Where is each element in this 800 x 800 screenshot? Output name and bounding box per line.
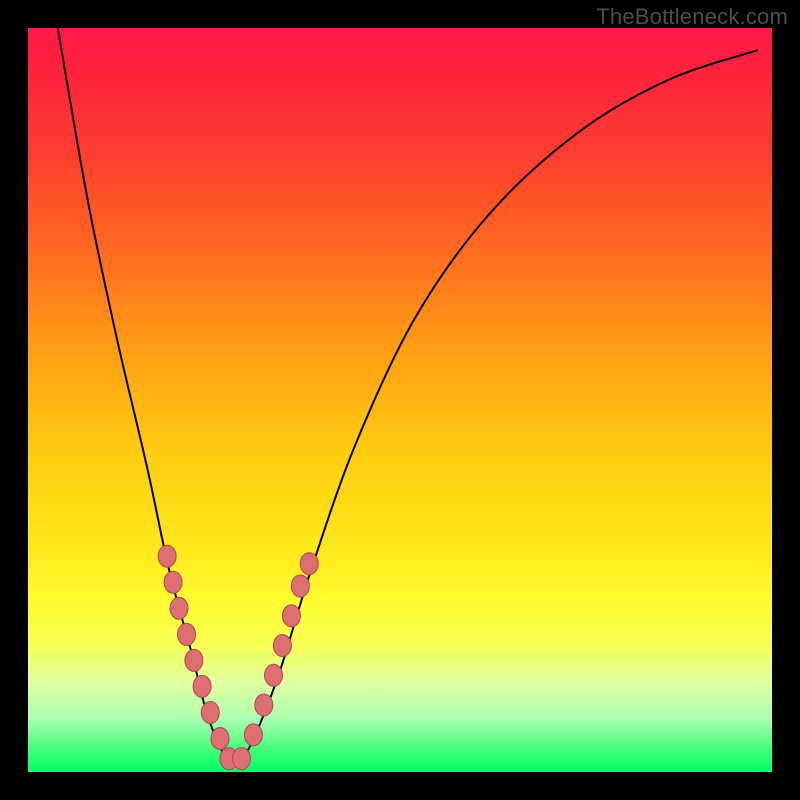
marker-dot xyxy=(291,575,309,597)
marker-dot xyxy=(178,623,196,645)
marker-dot xyxy=(282,605,300,627)
marker-dot xyxy=(185,649,203,671)
bottleneck-curve xyxy=(58,28,757,765)
marker-dot xyxy=(158,545,176,567)
marker-dot xyxy=(211,728,229,750)
marker-dot xyxy=(273,635,291,657)
marker-dot xyxy=(233,748,251,770)
marker-dot xyxy=(164,571,182,593)
marker-dot xyxy=(265,664,283,686)
plot-area xyxy=(28,28,772,772)
curve-svg xyxy=(28,28,772,772)
chart-frame: TheBottleneck.com xyxy=(0,0,800,800)
marker-dot xyxy=(244,724,262,746)
marker-dots xyxy=(158,545,318,769)
marker-dot xyxy=(193,675,211,697)
marker-dot xyxy=(170,597,188,619)
marker-dot xyxy=(255,694,273,716)
marker-dot xyxy=(201,702,219,724)
marker-dot xyxy=(300,553,318,575)
watermark-text: TheBottleneck.com xyxy=(596,4,788,30)
